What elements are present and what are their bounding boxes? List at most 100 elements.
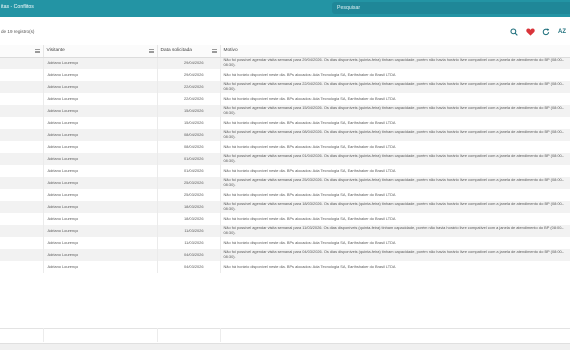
row-select-cell[interactable] xyxy=(0,69,44,81)
date-cell: 11/03/2026 xyxy=(157,225,221,237)
favorite-button[interactable] xyxy=(524,26,536,38)
bottom-scrollbar[interactable] xyxy=(0,343,570,350)
row-select-cell[interactable] xyxy=(0,225,44,237)
reason-cell: Não foi possível agendar visita semanal … xyxy=(220,153,570,165)
search-button[interactable] xyxy=(508,26,520,38)
search-input[interactable] xyxy=(332,2,570,14)
table-row[interactable]: Adriano Lourenço 25/03/2026 Não há horário… xyxy=(0,189,570,201)
page-title: itas - Conflitos xyxy=(1,4,34,10)
table-row[interactable]: Adriano Lourenço 11/03/2026 Não foi possív… xyxy=(0,225,570,237)
column-menu-icon[interactable] xyxy=(34,49,40,54)
reason-cell: Não há horário disponível neste dia. BPs… xyxy=(220,141,570,153)
reason-cell: Não há horário disponível neste dia. BPs… xyxy=(220,189,570,201)
row-select-cell[interactable] xyxy=(0,165,44,177)
visitor-cell: Adriano Lourenço xyxy=(43,141,158,153)
footer-column-divider xyxy=(220,328,221,342)
table-row[interactable]: Adriano Lourenço 29/04/2026 Não há horário… xyxy=(0,69,570,81)
date-cell: 04/03/2026 xyxy=(157,261,221,273)
row-select-cell[interactable] xyxy=(0,153,44,165)
table-row[interactable]: Adriano Lourenço 08/04/2026 Não foi possív… xyxy=(0,129,570,141)
footer-column-divider xyxy=(157,328,158,342)
table-body: Adriano Lourenço 29/04/2026 Não foi possív… xyxy=(0,57,570,273)
record-count: de 19 registro(s) xyxy=(1,29,35,34)
reason-cell: Não foi possível agendar visita semanal … xyxy=(220,57,570,69)
table-row[interactable]: Adriano Lourenço 04/03/2026 Não há horário… xyxy=(0,261,570,273)
visitor-cell: Adriano Lourenço xyxy=(43,81,158,93)
visitor-cell: Adriano Lourenço xyxy=(43,189,158,201)
refresh-icon xyxy=(542,28,550,36)
row-select-cell[interactable] xyxy=(0,201,44,213)
heart-icon xyxy=(525,28,535,36)
visitor-cell: Adriano Lourenço xyxy=(43,129,158,141)
date-cell: 29/04/2026 xyxy=(157,69,221,81)
table-row[interactable]: Adriano Lourenço 15/04/2026 Não foi possív… xyxy=(0,105,570,117)
visitor-cell: Adriano Lourenço xyxy=(43,201,158,213)
reason-cell: Não foi possível agendar visita semanal … xyxy=(220,249,570,261)
date-cell: 01/04/2026 xyxy=(157,153,221,165)
table-row[interactable]: Adriano Lourenço 25/03/2026 Não foi possív… xyxy=(0,177,570,189)
visitor-cell: Adriano Lourenço xyxy=(43,69,158,81)
row-select-cell[interactable] xyxy=(0,213,44,225)
reason-cell: Não há horário disponível neste dia. BPs… xyxy=(220,117,570,129)
date-cell: 25/03/2026 xyxy=(157,189,221,201)
row-select-cell[interactable] xyxy=(0,93,44,105)
visitor-cell: Adriano Lourenço xyxy=(43,153,158,165)
table-row[interactable]: Adriano Lourenço 04/03/2026 Não foi possív… xyxy=(0,249,570,261)
reason-cell: Não foi possível agendar visita semanal … xyxy=(220,201,570,213)
row-select-cell[interactable] xyxy=(0,249,44,261)
table-row[interactable]: Adriano Lourenço 15/04/2026 Não há horário… xyxy=(0,117,570,129)
table-row[interactable]: Adriano Lourenço 22/04/2026 Não foi possív… xyxy=(0,81,570,93)
sort-az-icon: AZ xyxy=(558,29,566,35)
date-cell: 25/03/2026 xyxy=(157,177,221,189)
date-cell: 22/04/2026 xyxy=(157,81,221,93)
visitor-cell: Adriano Lourenço xyxy=(43,105,158,117)
footer-divider xyxy=(0,328,570,329)
date-cell: 18/03/2026 xyxy=(157,213,221,225)
row-select-cell[interactable] xyxy=(0,117,44,129)
row-select-cell[interactable] xyxy=(0,237,44,249)
top-bar: itas - Conflitos xyxy=(0,0,570,17)
column-menu-icon[interactable] xyxy=(211,49,217,54)
date-cell: 15/04/2026 xyxy=(157,117,221,129)
row-select-cell[interactable] xyxy=(0,57,44,69)
sort-az-button[interactable]: AZ xyxy=(555,26,569,38)
date-cell: 04/03/2026 xyxy=(157,249,221,261)
column-menu-icon[interactable] xyxy=(148,49,154,54)
column-header-select[interactable] xyxy=(0,45,44,58)
row-select-cell[interactable] xyxy=(0,129,44,141)
table-row[interactable]: Adriano Lourenço 08/04/2026 Não há horário… xyxy=(0,141,570,153)
row-select-cell[interactable] xyxy=(0,189,44,201)
visitor-cell: Adriano Lourenço xyxy=(43,57,158,69)
reason-cell: Não foi possível agendar visita semanal … xyxy=(220,105,570,117)
reason-cell: Não há horário disponível neste dia. BPs… xyxy=(220,69,570,81)
row-select-cell[interactable] xyxy=(0,177,44,189)
visitor-cell: Adriano Lourenço xyxy=(43,261,158,273)
reason-cell: Não foi possível agendar visita semanal … xyxy=(220,177,570,189)
column-header-visitor[interactable]: Visitante xyxy=(43,45,158,58)
row-select-cell[interactable] xyxy=(0,141,44,153)
reason-cell: Não há horário disponível neste dia. BPs… xyxy=(220,261,570,273)
table-row[interactable]: Adriano Lourenço 29/04/2026 Não foi possív… xyxy=(0,57,570,69)
footer-column-divider xyxy=(43,328,44,342)
search-box[interactable] xyxy=(332,2,570,14)
column-header-reason[interactable]: Motivo xyxy=(220,45,570,58)
table-row[interactable]: Adriano Lourenço 18/03/2026 Não há horário… xyxy=(0,213,570,225)
column-header-date[interactable]: Data solicitada xyxy=(157,45,221,58)
table-row[interactable]: Adriano Lourenço 01/04/2026 Não há horário… xyxy=(0,165,570,177)
table-row[interactable]: Adriano Lourenço 11/03/2026 Não há horário… xyxy=(0,237,570,249)
reason-cell: Não foi possível agendar visita semanal … xyxy=(220,129,570,141)
conflicts-table: Visitante Data solicitada Motivo Adriano… xyxy=(0,45,570,273)
reason-cell: Não há horário disponível neste dia. BPs… xyxy=(220,237,570,249)
visitor-cell: Adriano Lourenço xyxy=(43,213,158,225)
row-select-cell[interactable] xyxy=(0,261,44,273)
row-select-cell[interactable] xyxy=(0,105,44,117)
refresh-button[interactable] xyxy=(540,26,552,38)
table-row[interactable]: Adriano Lourenço 01/04/2026 Não foi possív… xyxy=(0,153,570,165)
row-select-cell[interactable] xyxy=(0,81,44,93)
visitor-cell: Adriano Lourenço xyxy=(43,177,158,189)
reason-cell: Não há horário disponível neste dia. BPs… xyxy=(220,213,570,225)
date-cell: 18/03/2026 xyxy=(157,201,221,213)
table-row[interactable]: Adriano Lourenço 22/04/2026 Não há horário… xyxy=(0,93,570,105)
table-row[interactable]: Adriano Lourenço 18/03/2026 Não foi possív… xyxy=(0,201,570,213)
search-icon xyxy=(510,28,518,36)
